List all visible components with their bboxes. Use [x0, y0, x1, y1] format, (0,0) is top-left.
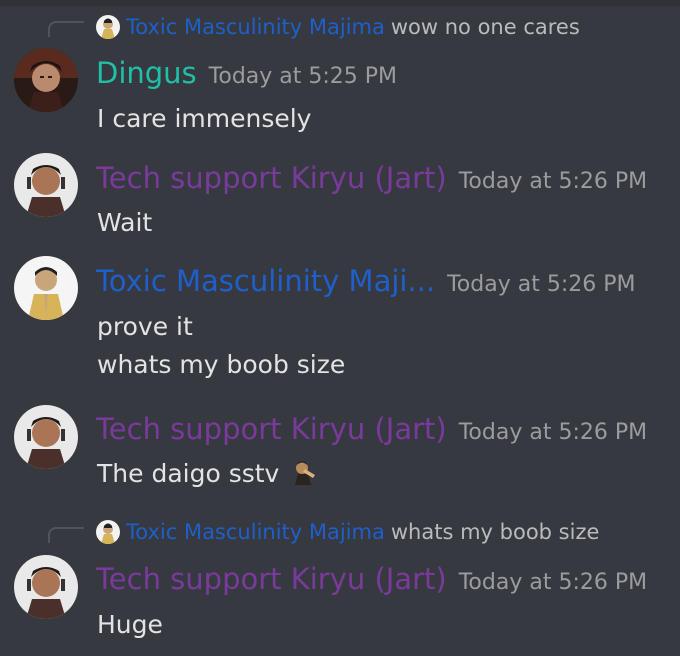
timestamp[interactable]: Today at 5:26 PM — [447, 272, 635, 297]
majima-avatar-icon[interactable] — [14, 256, 78, 320]
message-header: Tech support Kiryu (Jart) Today at 5:26 … — [96, 562, 647, 596]
username[interactable]: Dingus — [96, 56, 197, 90]
reply-author-name[interactable]: Toxic Masculinity Majima — [126, 15, 385, 39]
username[interactable]: Toxic Masculinity Maji... — [96, 264, 435, 298]
timestamp[interactable]: Today at 5:26 PM — [459, 420, 647, 445]
kiryu-avatar-icon[interactable] — [14, 555, 78, 619]
custom-emoji-icon[interactable] — [291, 459, 318, 485]
timestamp[interactable]: Today at 5:26 PM — [459, 570, 647, 595]
majima-avatar-icon — [96, 520, 120, 544]
kiryu-avatar-icon[interactable] — [14, 153, 78, 217]
reply-preview[interactable]: Toxic Masculinity Majima whats my boob s… — [96, 518, 599, 546]
message-text: I care immensely — [97, 104, 312, 133]
dingus-avatar-icon[interactable] — [14, 48, 78, 112]
username[interactable]: Tech support Kiryu (Jart) — [96, 562, 447, 596]
message-header: Toxic Masculinity Maji... Today at 5:26 … — [96, 264, 635, 298]
timestamp[interactable]: Today at 5:26 PM — [459, 169, 647, 194]
username[interactable]: Tech support Kiryu (Jart) — [96, 412, 447, 446]
majima-avatar-icon — [96, 15, 120, 39]
message-text: Huge — [97, 610, 163, 639]
reply-text[interactable]: whats my boob size — [391, 520, 600, 544]
timestamp[interactable]: Today at 5:25 PM — [209, 64, 397, 89]
message-text: The daigo sstv — [97, 459, 318, 488]
message-text-content: The daigo sstv — [97, 459, 280, 488]
reply-spine — [48, 527, 84, 543]
username[interactable]: Tech support Kiryu (Jart) — [96, 161, 447, 195]
message-header: Dingus Today at 5:25 PM — [96, 56, 397, 90]
message-header: Tech support Kiryu (Jart) Today at 5:26 … — [96, 412, 647, 446]
reply-preview[interactable]: Toxic Masculinity Majima wow no one care… — [96, 13, 580, 41]
chat-message-list: Toxic Masculinity Majima wow no one care… — [0, 0, 680, 656]
message-text: Wait — [97, 208, 153, 237]
message-text: whats my boob size — [97, 350, 346, 379]
reply-spine — [48, 21, 84, 37]
reply-author-name[interactable]: Toxic Masculinity Majima — [126, 520, 385, 544]
message-header: Tech support Kiryu (Jart) Today at 5:26 … — [96, 161, 647, 195]
message-text: prove it — [97, 312, 193, 341]
top-divider — [0, 0, 680, 6]
reply-text[interactable]: wow no one cares — [391, 15, 580, 39]
kiryu-avatar-icon[interactable] — [14, 405, 78, 469]
